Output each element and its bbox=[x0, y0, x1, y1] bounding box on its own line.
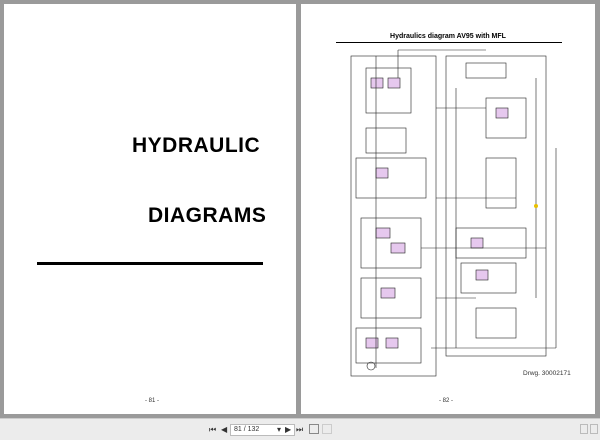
page-number: - 82 - bbox=[439, 398, 454, 404]
previous-page-icon[interactable]: ◀ bbox=[221, 425, 227, 434]
two-page-view-icon[interactable] bbox=[309, 424, 319, 434]
heading-rule bbox=[37, 262, 263, 265]
diagram-title: Hydraulics diagram AV95 with MFL bbox=[390, 33, 506, 40]
page-82: Hydraulics diagram AV95 with MFL Drwg. 3… bbox=[301, 4, 595, 414]
page-number: - 81 - bbox=[145, 398, 160, 404]
heading-hydraulic: HYDRAULIC bbox=[132, 134, 261, 157]
last-page-icon[interactable]: ⏭ bbox=[296, 425, 303, 435]
next-page-icon[interactable]: ▶ bbox=[285, 425, 291, 434]
heading-diagrams: DIAGRAMS bbox=[148, 204, 267, 227]
page-81: HYDRAULIC DIAGRAMS - 81 - bbox=[4, 4, 296, 414]
hydraulic-schematic bbox=[350, 49, 557, 377]
continuous-view-icon[interactable] bbox=[322, 424, 332, 434]
navigation-toolbar: ⏮ ◀ 81 / 132 ▾ ▶ ⏭ bbox=[0, 418, 600, 440]
first-page-icon[interactable]: ⏮ bbox=[209, 425, 216, 435]
title-rule bbox=[336, 42, 562, 43]
bookmark-icon[interactable] bbox=[590, 424, 598, 434]
drawing-number: Drwg. 30002171 bbox=[523, 370, 571, 377]
page-dropdown-icon[interactable]: ▾ bbox=[277, 425, 281, 434]
page-icon[interactable] bbox=[580, 424, 588, 434]
